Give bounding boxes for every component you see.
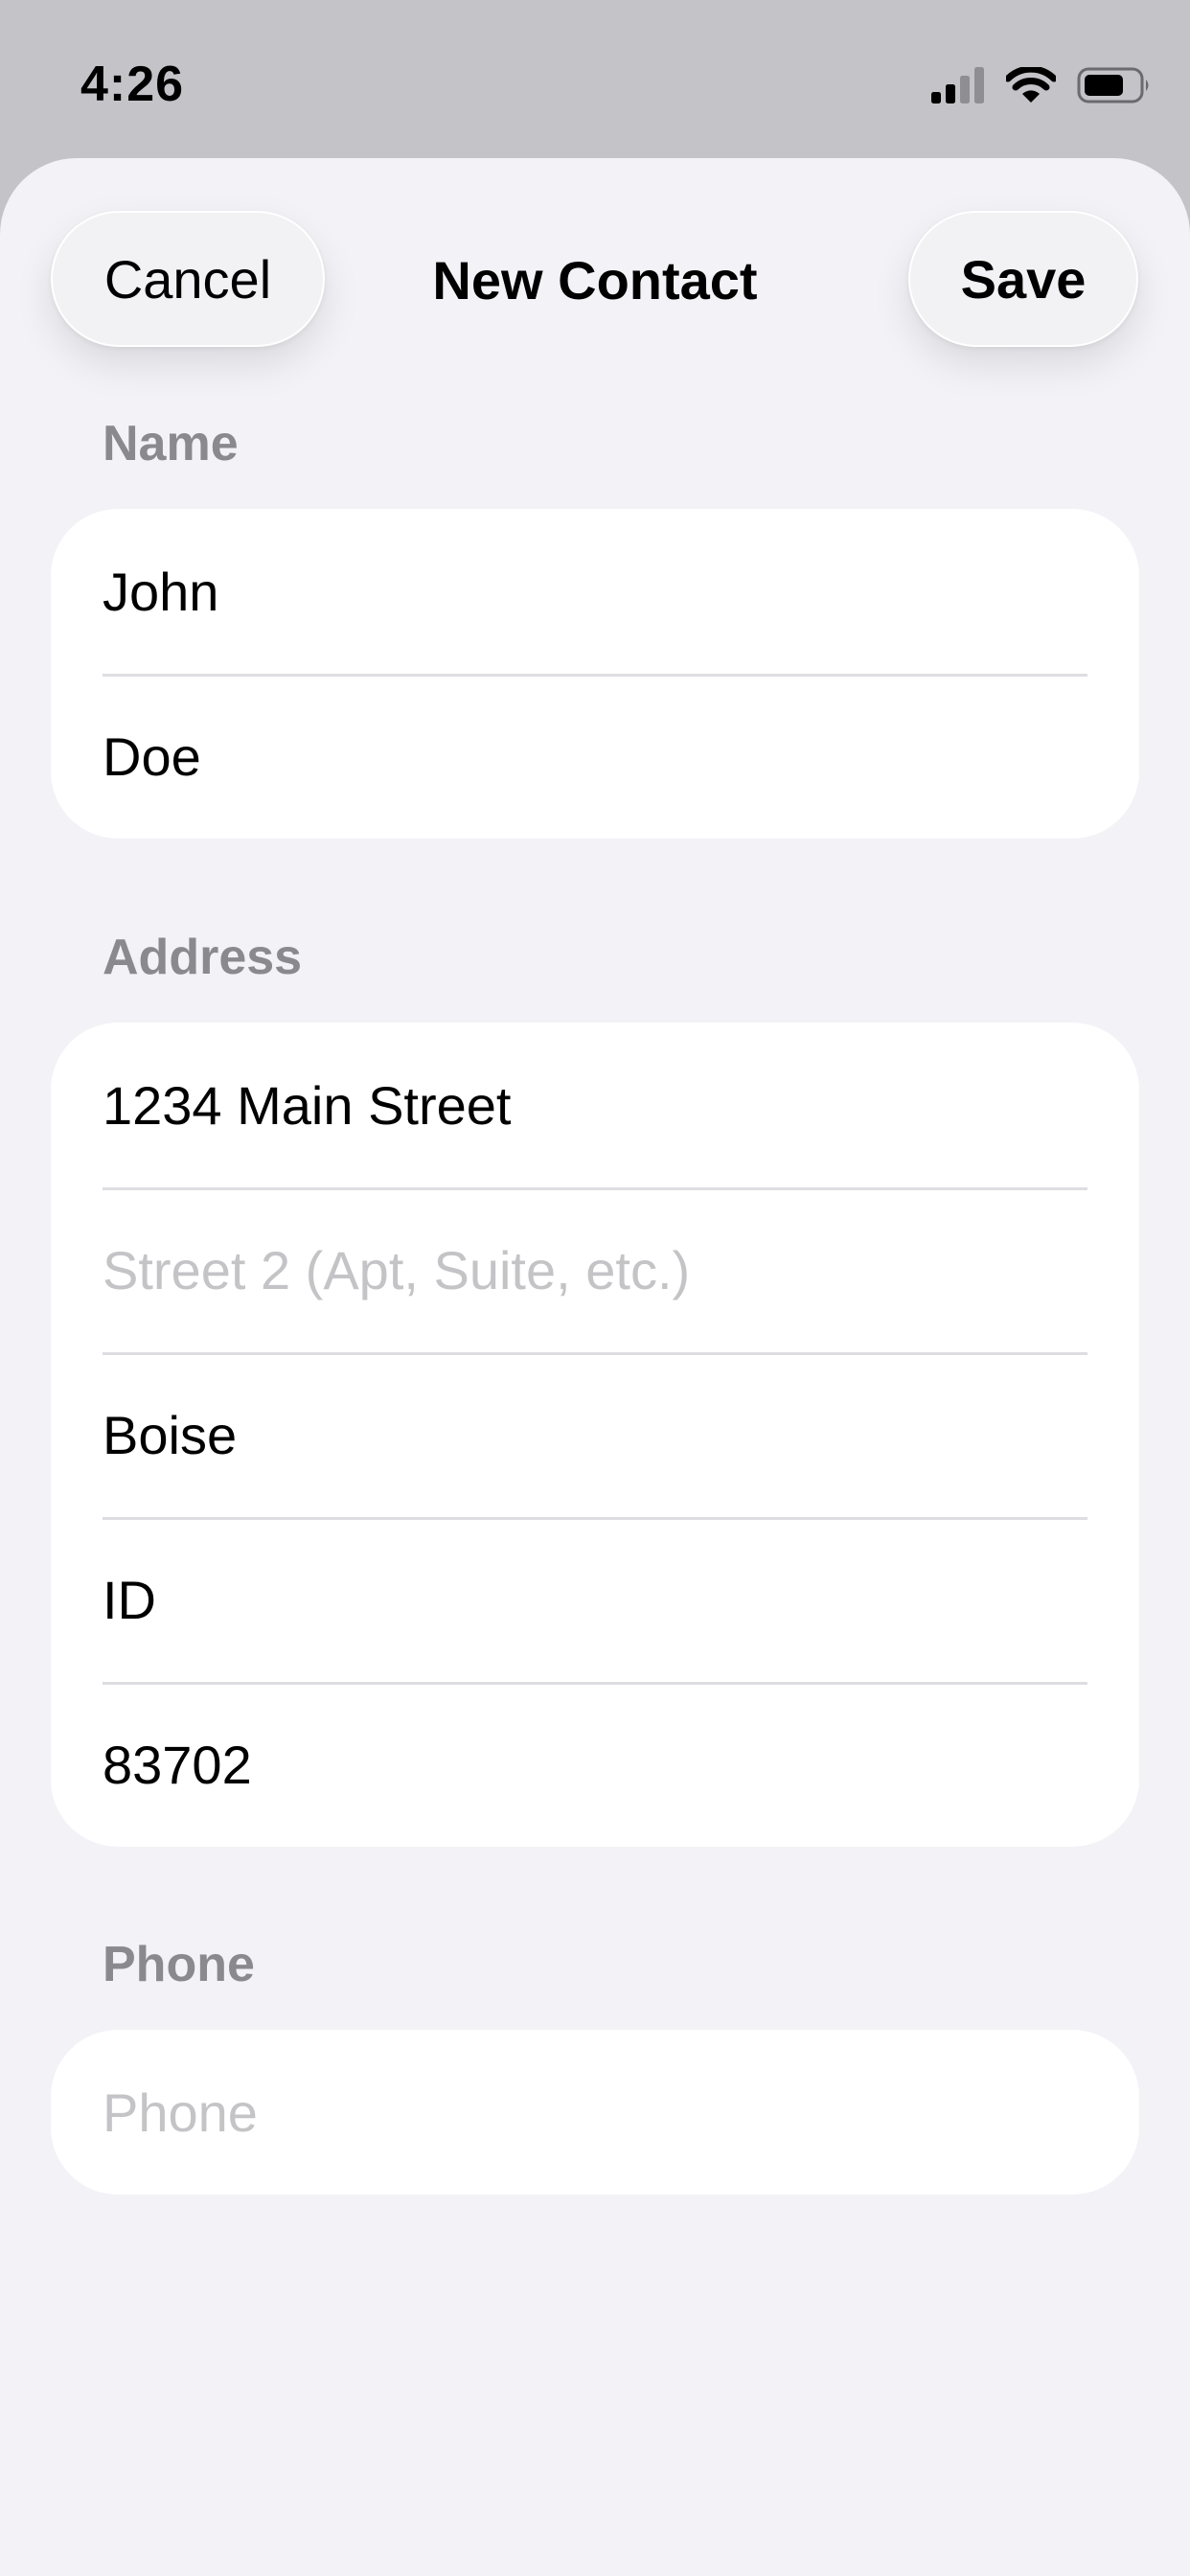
state-row: [51, 1517, 1139, 1682]
city-row: [51, 1352, 1139, 1517]
section-header-phone: Phone: [103, 1937, 255, 1992]
status-time: 4:26: [80, 57, 185, 112]
last-name-row: [51, 674, 1139, 839]
first-name-row: [51, 509, 1139, 674]
street1-row: [51, 1023, 1139, 1187]
street2-field[interactable]: [103, 1238, 1089, 1301]
phone-group: [51, 2030, 1139, 2195]
phone-field[interactable]: [103, 2081, 1089, 2144]
status-bar: 4:26: [0, 0, 1190, 163]
address-group: [51, 1023, 1139, 1847]
save-button[interactable]: Save: [908, 211, 1138, 347]
section-header-name: Name: [103, 416, 239, 472]
phone-row: [51, 2030, 1139, 2195]
cellular-signal-icon: [931, 66, 985, 108]
navigation-bar: Cancel New Contact Save: [0, 158, 1190, 398]
first-name-field[interactable]: [103, 560, 1089, 623]
battery-icon: [1077, 67, 1152, 108]
wifi-icon: [1004, 65, 1058, 108]
city-field[interactable]: [103, 1403, 1089, 1466]
zip-field[interactable]: [103, 1733, 1089, 1796]
street2-row: [51, 1187, 1139, 1352]
street1-field[interactable]: [103, 1073, 1089, 1137]
status-icons: [931, 63, 1152, 111]
section-header-address: Address: [103, 930, 303, 985]
new-contact-sheet: Cancel New Contact Save Name Address Pho…: [0, 158, 1190, 2576]
name-group: [51, 509, 1139, 839]
zip-row: [51, 1682, 1139, 1847]
last-name-field[interactable]: [103, 724, 1089, 788]
state-field[interactable]: [103, 1568, 1089, 1631]
